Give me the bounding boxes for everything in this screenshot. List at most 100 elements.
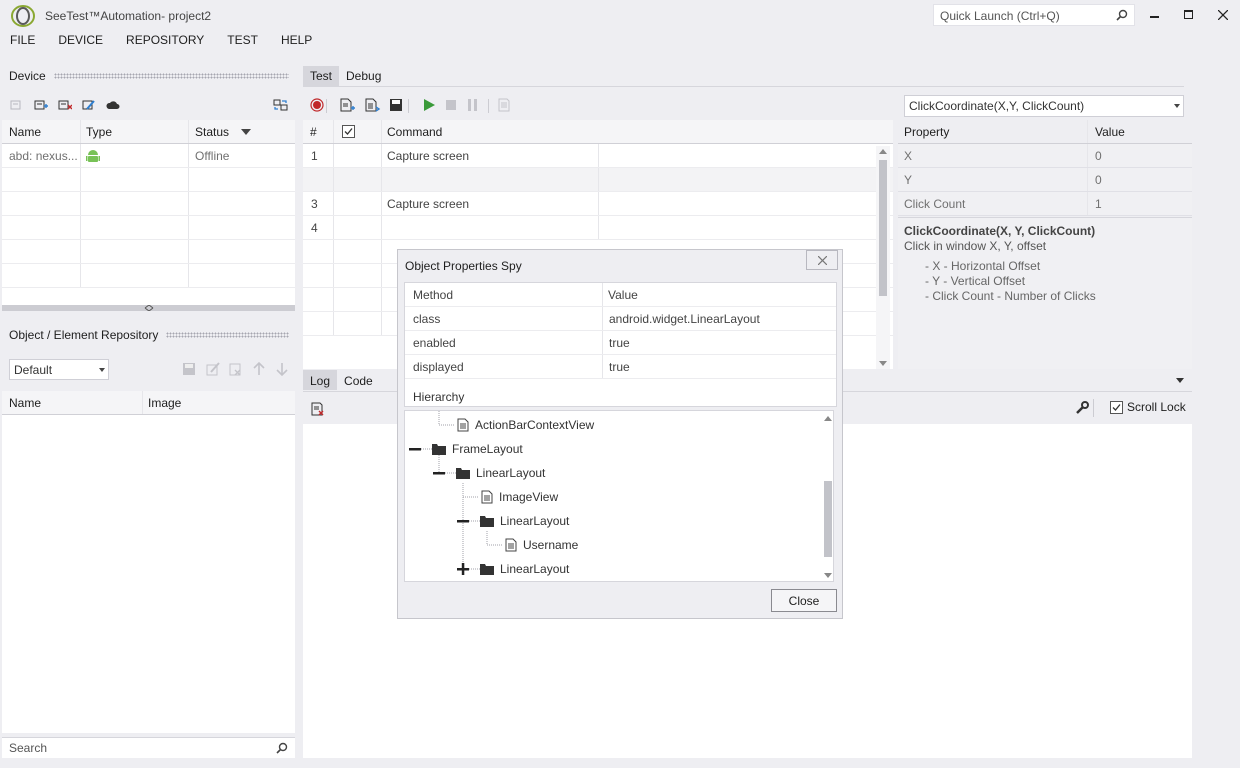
command-select[interactable]: ClickCoordinate(X,Y, ClickCount) [904, 95, 1184, 117]
quick-launch-search[interactable]: Quick Launch (Ctrl+Q) [933, 4, 1135, 26]
dialog-close-x-button[interactable] [806, 250, 838, 270]
device-panel-title: Device [9, 69, 46, 83]
tree-node[interactable]: LinearLayout [480, 559, 569, 579]
scroll-thumb[interactable] [824, 481, 832, 557]
step-command [382, 216, 599, 239]
device-name: abd: nexus... [2, 144, 81, 167]
cloud-icon[interactable] [105, 97, 121, 113]
menu-help[interactable]: HELP [281, 32, 312, 52]
property-value[interactable]: 0 [1088, 144, 1192, 167]
tree-node[interactable]: LinearLayout [456, 463, 545, 483]
panel-grip[interactable] [166, 332, 289, 338]
close-button[interactable]: Close [771, 589, 837, 612]
scroll-down-arrow-icon[interactable] [824, 573, 832, 578]
save-test-icon[interactable] [389, 98, 403, 112]
col-image[interactable]: Image [143, 391, 295, 414]
menu-file[interactable]: FILE [10, 32, 35, 52]
menu-device[interactable]: DEVICE [58, 32, 103, 52]
collapse-icon[interactable] [409, 448, 421, 451]
folder-icon [480, 564, 494, 575]
edit-device-icon[interactable] [81, 97, 97, 113]
col-command[interactable]: Command [382, 120, 893, 143]
repo-search-input[interactable]: Search [2, 737, 295, 758]
chevron-down-icon[interactable] [1176, 378, 1184, 383]
left-splitter[interactable] [2, 305, 295, 311]
panel-grip[interactable] [53, 73, 289, 79]
step-checkbox-cell[interactable] [334, 168, 382, 191]
step-checkbox-cell[interactable] [334, 144, 382, 167]
tree-node[interactable]: FrameLayout [432, 439, 523, 459]
record-icon[interactable] [310, 98, 324, 112]
test-step-row[interactable] [303, 168, 893, 192]
move-down-disabled-icon [275, 362, 289, 376]
empty-row [2, 240, 295, 264]
remove-device-icon[interactable] [57, 97, 73, 113]
test-step-row[interactable]: 1 Capture screen [303, 144, 893, 168]
new-test-icon[interactable] [340, 98, 356, 112]
search-icon[interactable] [276, 742, 288, 754]
col-name[interactable]: Name [2, 120, 81, 143]
play-icon[interactable] [422, 98, 436, 112]
maximize-button[interactable] [1177, 4, 1201, 26]
tree-node-label: Username [523, 538, 579, 552]
property-row[interactable]: Y 0 [898, 168, 1192, 192]
step-checkbox-cell[interactable] [334, 192, 382, 215]
test-grid-scrollbar[interactable] [876, 146, 890, 369]
property-value[interactable]: 1 [1088, 192, 1192, 215]
step-checkbox-cell[interactable] [334, 216, 382, 239]
tree-node[interactable]: LinearLayout [480, 511, 569, 531]
menu-test[interactable]: TEST [227, 32, 258, 52]
test-step-row[interactable]: 4 [303, 216, 893, 240]
step-number: 4 [303, 216, 334, 239]
col-name[interactable]: Name [2, 391, 143, 414]
search-icon[interactable] [1116, 9, 1128, 21]
spy-row[interactable]: class android.widget.LinearLayout [405, 307, 836, 331]
tab-log[interactable]: Log [303, 370, 338, 390]
property-row[interactable]: X 0 [898, 144, 1192, 168]
tab-test[interactable]: Test [303, 66, 340, 86]
col-property[interactable]: Property [898, 120, 1088, 143]
open-test-icon[interactable] [365, 98, 381, 112]
tab-code[interactable]: Code [337, 370, 380, 390]
spy-row[interactable]: enabled true [405, 331, 836, 355]
scroll-lock-checkbox[interactable] [1110, 400, 1123, 414]
col-status[interactable]: Status [189, 120, 295, 143]
separator [408, 99, 409, 113]
property-value[interactable]: 0 [1088, 168, 1192, 191]
spy-row[interactable]: displayed true [405, 355, 836, 379]
menu-repository[interactable]: REPOSITORY [126, 32, 204, 52]
tree-node[interactable]: ImageView [481, 487, 558, 507]
device-row[interactable]: abd: nexus... Offline [2, 144, 295, 168]
tree-scrollbar[interactable] [821, 411, 833, 581]
col-value[interactable]: Value [603, 283, 836, 306]
col-method[interactable]: Method [405, 283, 603, 306]
clear-log-icon[interactable] [311, 402, 325, 416]
col-value[interactable]: Value [1088, 120, 1192, 143]
refresh-devices-icon[interactable] [273, 97, 289, 113]
repository-select[interactable]: Default [9, 359, 109, 380]
repo-panel-header: Object / Element Repository [9, 326, 295, 344]
tree-node[interactable]: Username [505, 535, 578, 555]
close-window-button[interactable] [1211, 4, 1235, 26]
collapse-icon[interactable] [433, 472, 445, 475]
tab-debug[interactable]: Debug [339, 66, 388, 86]
property-row[interactable]: Click Count 1 [898, 192, 1192, 216]
repo-toolbar [182, 362, 292, 378]
expand-icon[interactable] [457, 563, 469, 575]
empty-row [2, 264, 295, 288]
scroll-up-arrow-icon[interactable] [824, 416, 832, 421]
add-device-icon[interactable] [33, 97, 49, 113]
scroll-lock-toggle[interactable]: Scroll Lock [1110, 400, 1186, 414]
collapse-icon[interactable] [457, 520, 469, 523]
step-command: Capture screen [382, 192, 599, 215]
scroll-down-arrow-icon[interactable] [879, 361, 887, 366]
settings-wrench-icon[interactable] [1075, 401, 1089, 415]
scroll-up-arrow-icon[interactable] [879, 149, 887, 154]
select-all-checkbox[interactable] [334, 120, 382, 143]
minimize-button[interactable] [1143, 4, 1167, 26]
test-step-row[interactable]: 3 Capture screen [303, 192, 893, 216]
col-type[interactable]: Type [81, 120, 189, 143]
col-number[interactable]: # [303, 120, 334, 143]
scroll-thumb[interactable] [879, 160, 887, 296]
tree-node[interactable]: ActionBarContextView [457, 415, 594, 435]
